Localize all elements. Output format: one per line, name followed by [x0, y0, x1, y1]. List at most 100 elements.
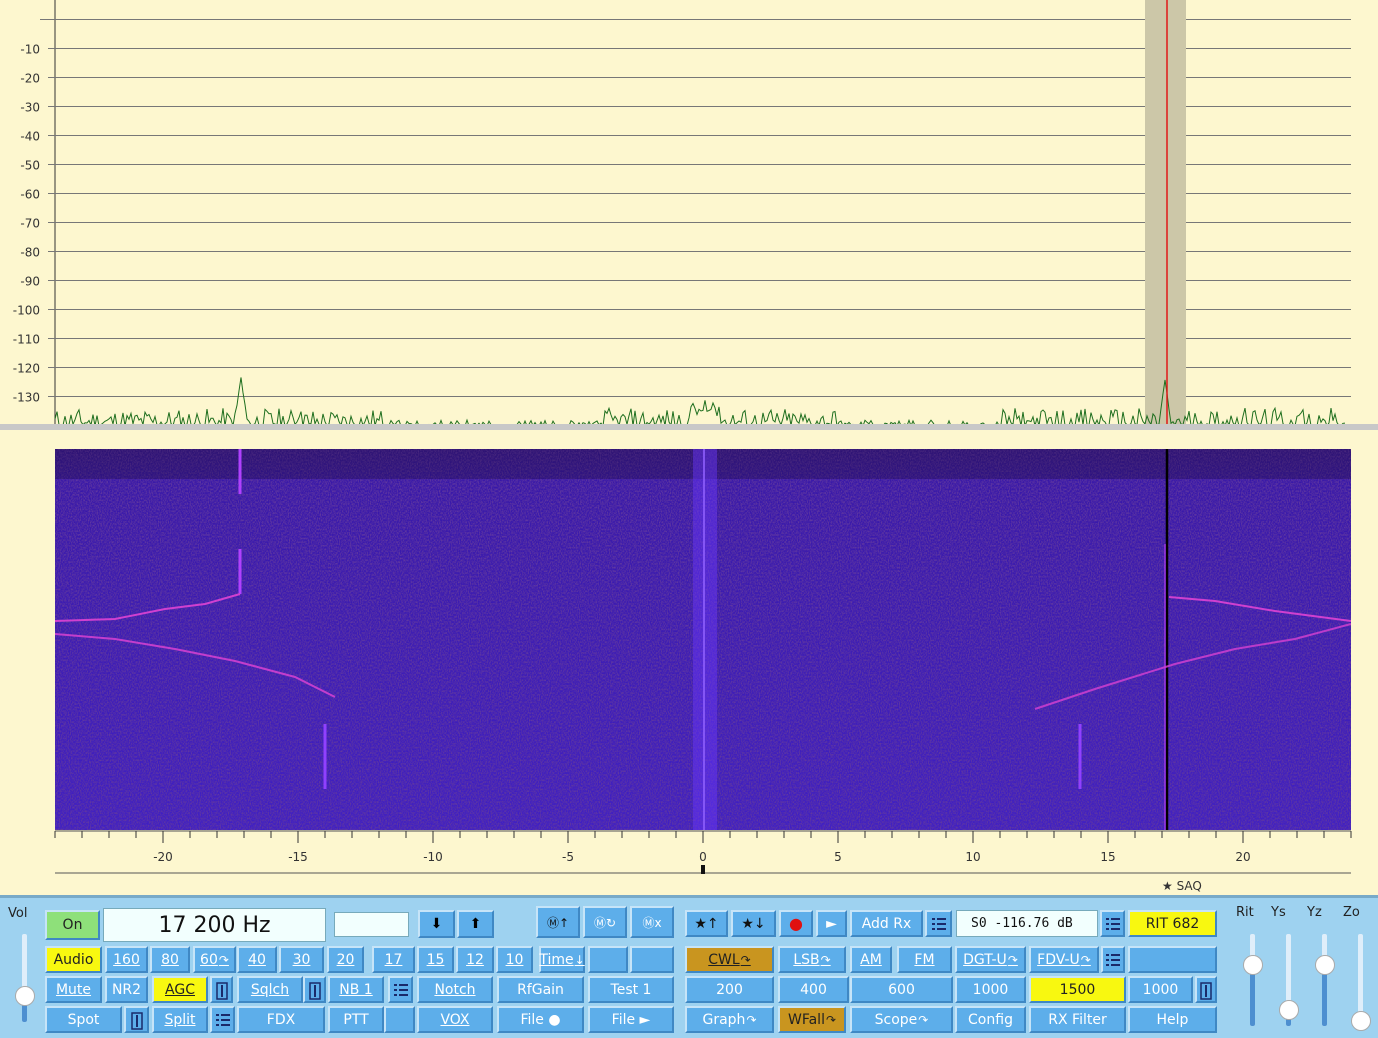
- memory-clear-button[interactable]: Ⓜx: [630, 906, 674, 938]
- spot-adjust-button[interactable]: [124, 1006, 149, 1033]
- misc-0-button[interactable]: Spot: [45, 1006, 122, 1033]
- on-button[interactable]: On: [45, 910, 100, 940]
- nr2-button[interactable]: NR2: [105, 976, 148, 1003]
- mode-list-button[interactable]: [1101, 946, 1125, 973]
- rx-filter-button[interactable]: RX Filter: [1029, 1006, 1126, 1033]
- empty-button-3[interactable]: [384, 1006, 415, 1033]
- filter-0-button[interactable]: 200: [685, 976, 774, 1003]
- agc-adjust-button[interactable]: [210, 976, 233, 1003]
- band-30-button[interactable]: 30: [279, 946, 324, 973]
- empty-button-1[interactable]: [588, 946, 628, 973]
- waterfall-display[interactable]: [55, 449, 1351, 830]
- memory-store-button[interactable]: Ⓜ↑: [536, 906, 580, 938]
- band-audio-button[interactable]: Audio: [45, 946, 102, 973]
- freq-down-button[interactable]: ⬇: [418, 910, 455, 938]
- meter-list-button[interactable]: [1100, 910, 1125, 937]
- list-icon: [1105, 952, 1121, 968]
- mode-dgt-u-button[interactable]: DGT-U ↷: [955, 946, 1026, 973]
- mode-am-button[interactable]: AM: [850, 946, 892, 973]
- spectrum-separator[interactable]: [0, 424, 1378, 430]
- record-button[interactable]: ●: [779, 910, 813, 937]
- mode-fdv-u-button[interactable]: FDV-U ↷: [1029, 946, 1099, 973]
- agc-button[interactable]: AGC: [152, 976, 208, 1003]
- filter-1-button[interactable]: 400: [778, 976, 849, 1003]
- filter-adjust-button[interactable]: [1195, 976, 1217, 1003]
- rfgain-button[interactable]: RfGain: [497, 976, 584, 1003]
- band-80-button[interactable]: 80: [150, 946, 190, 973]
- star-down-button[interactable]: ★↓: [731, 910, 776, 937]
- frequency-display[interactable]: 17 200 Hz: [103, 908, 326, 942]
- add-rx-button[interactable]: Add Rx: [850, 910, 923, 937]
- band-40-button[interactable]: 40: [237, 946, 277, 973]
- misc-5-button[interactable]: File ●: [497, 1006, 584, 1033]
- empty-button-2[interactable]: [630, 946, 674, 973]
- wfall-button[interactable]: WFall ↷: [778, 1006, 846, 1033]
- band-160-button[interactable]: 160: [105, 946, 148, 973]
- station-label[interactable]: ★ SAQ: [1162, 879, 1202, 893]
- test-1-button-label: Test 1: [610, 981, 652, 998]
- frequency-scale[interactable]: -20 -15 -10 -5 0 5 10 15 20 ★ SAQ: [0, 826, 1378, 896]
- misc-6-button[interactable]: File ►: [588, 1006, 674, 1033]
- cycle-arrow-icon: ↷: [820, 952, 831, 967]
- aux-input[interactable]: [334, 912, 409, 937]
- misc-2-button[interactable]: FDX: [237, 1006, 325, 1033]
- band-17-button[interactable]: 17: [372, 946, 415, 973]
- rx-list-button[interactable]: [925, 910, 952, 937]
- notch-button[interactable]: Notch: [417, 976, 493, 1003]
- config-button[interactable]: Config: [955, 1006, 1026, 1033]
- graph-button[interactable]: Graph ↷: [685, 1006, 774, 1033]
- y-tick-label: -60: [20, 188, 40, 202]
- filter-5-button[interactable]: 1000: [1128, 976, 1193, 1003]
- zo-knob[interactable]: [1351, 1011, 1371, 1031]
- freq-up-button[interactable]: ⬆: [457, 910, 494, 938]
- band-12-button[interactable]: 12: [456, 946, 494, 973]
- nb-1-button[interactable]: NB 1: [328, 976, 384, 1003]
- filter-2-button[interactable]: 600: [850, 976, 953, 1003]
- band-15-button-label: 15: [426, 951, 445, 968]
- mode-fdv-u-button-label: FDV-U: [1037, 951, 1080, 968]
- rit-knob[interactable]: [1243, 955, 1263, 975]
- scale-minor-ticks: [54, 831, 1352, 843]
- sqlch-adjust-button[interactable]: [303, 976, 326, 1003]
- band-20-button[interactable]: 20: [327, 946, 364, 973]
- mode-lsb-button[interactable]: LSB ↷: [778, 946, 846, 973]
- x-tick-label: -5: [562, 850, 574, 864]
- split-list-button[interactable]: [210, 1006, 235, 1033]
- band-10-button[interactable]: 10: [496, 946, 533, 973]
- y-tick-label: -70: [20, 217, 40, 231]
- scope-button[interactable]: Scope ↷: [850, 1006, 953, 1033]
- nb-list-button[interactable]: [388, 976, 413, 1003]
- memory-recall-button[interactable]: Ⓜ↻: [583, 906, 627, 938]
- mute-button[interactable]: Mute: [45, 976, 102, 1003]
- misc-1-button[interactable]: Split: [152, 1006, 208, 1033]
- misc-4-button[interactable]: VOX: [417, 1006, 493, 1033]
- spectrum-plot[interactable]: -10 -20 -30 -40 -50 -60 -70 -80 -90 -100 -110 -120 -…: [0, 0, 1378, 430]
- sqlch-button[interactable]: Sqlch: [237, 976, 303, 1003]
- vol-knob[interactable]: [15, 986, 35, 1006]
- band-time-button[interactable]: Time ↓: [539, 946, 585, 973]
- misc-3-button[interactable]: PTT: [328, 1006, 384, 1033]
- slider-bar-icon: [129, 1011, 145, 1030]
- list-icon: [393, 982, 409, 998]
- filter-3-button[interactable]: 1000: [955, 976, 1026, 1003]
- rit-button[interactable]: RIT 682: [1128, 910, 1217, 937]
- empty-mode-button[interactable]: [1128, 946, 1217, 973]
- band-15-button[interactable]: 15: [417, 946, 454, 973]
- band-20-button-label: 20: [336, 951, 355, 968]
- play-button[interactable]: ►: [816, 910, 847, 937]
- rit-slider-label: Rit: [1236, 905, 1254, 920]
- mode-fm-button[interactable]: FM: [897, 946, 952, 973]
- band-160-button-label: 160: [113, 951, 140, 968]
- nb-1-button-label: NB 1: [339, 981, 373, 998]
- star-up-button[interactable]: ★↑: [685, 910, 728, 937]
- mode-cwl-button[interactable]: CWL ↷: [685, 946, 774, 973]
- filter-4-button[interactable]: 1500: [1029, 976, 1126, 1003]
- y-tick-label: -130: [13, 391, 40, 405]
- band-60-button[interactable]: 60 ↷: [193, 946, 236, 973]
- help-button[interactable]: Help: [1128, 1006, 1217, 1033]
- y-tick-label: -90: [20, 275, 40, 289]
- ys-knob[interactable]: [1279, 1000, 1299, 1020]
- yz-knob[interactable]: [1315, 955, 1335, 975]
- center-marker[interactable]: [701, 865, 705, 874]
- test-1-button[interactable]: Test 1: [588, 976, 674, 1003]
